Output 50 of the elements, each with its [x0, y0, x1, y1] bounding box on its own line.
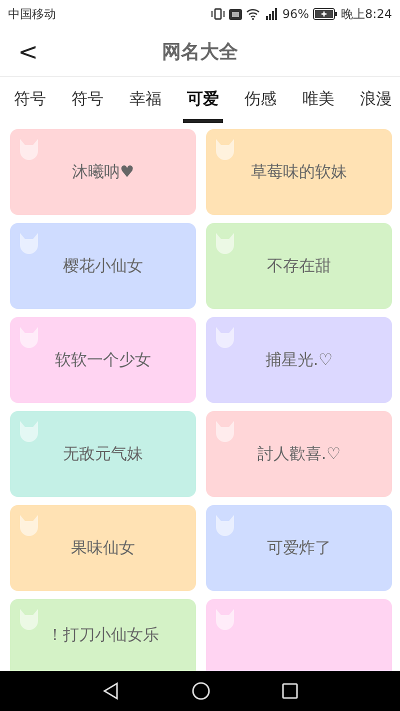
- nickname-card[interactable]: 软软一个少女: [10, 317, 196, 403]
- cat-icon: [18, 419, 40, 443]
- nickname-card[interactable]: 可爱炸了: [206, 505, 392, 591]
- clock-time: 晚上8:24: [341, 6, 392, 22]
- nickname-text: 捕星光.♡: [265, 350, 333, 370]
- nickname-card[interactable]: 沐曦呐♥: [10, 129, 196, 215]
- vibrate-icon: [211, 8, 226, 20]
- back-nav-icon[interactable]: [102, 682, 120, 700]
- nickname-text: 不存在甜: [267, 256, 331, 276]
- category-tab[interactable]: 幸福: [125, 77, 166, 123]
- category-tab[interactable]: 浪漫: [356, 77, 396, 123]
- nickname-card[interactable]: 果味仙女: [10, 505, 196, 591]
- nickname-text: 草莓味的软妹: [251, 162, 347, 182]
- cat-icon: [18, 231, 40, 255]
- nickname-card[interactable]: 捕星光.♡: [206, 317, 392, 403]
- nickname-text: 討人歡喜.♡: [257, 444, 341, 464]
- recents-icon[interactable]: [282, 683, 298, 699]
- cat-icon: [18, 513, 40, 537]
- cat-icon: [214, 513, 236, 537]
- battery-icon: [313, 8, 338, 20]
- nickname-card[interactable]: 草莓味的软妹: [206, 129, 392, 215]
- category-tab[interactable]: 唯美: [298, 77, 338, 123]
- cat-icon: [214, 607, 236, 631]
- nickname-card[interactable]: 无敌元气妹: [10, 411, 196, 497]
- category-tab[interactable]: 符号: [68, 77, 108, 123]
- category-tab[interactable]: 符号: [10, 77, 50, 123]
- nickname-text: 樱花小仙女: [63, 256, 143, 276]
- cat-icon: [214, 231, 236, 255]
- nickname-card[interactable]: 討人歡喜.♡: [206, 411, 392, 497]
- signal-icon: [264, 8, 278, 20]
- wifi-icon: [246, 8, 260, 20]
- nickname-text: 果味仙女: [71, 538, 135, 558]
- category-tab[interactable]: 伤感: [240, 77, 281, 123]
- back-button[interactable]: <: [12, 36, 44, 68]
- nickname-text: ！打刀小仙女乐: [47, 624, 159, 646]
- cat-icon: [18, 325, 40, 349]
- home-icon[interactable]: [192, 682, 210, 700]
- nickname-text: 软软一个少女: [55, 350, 151, 370]
- cat-icon: [214, 137, 236, 161]
- category-tab[interactable]: 可爱: [182, 77, 223, 123]
- nickname-text: 可爱炸了: [267, 538, 331, 558]
- cat-icon: [18, 607, 40, 631]
- nickname-text: 沐曦呐♥: [72, 162, 134, 182]
- carrier-name: 中国移动: [8, 6, 56, 22]
- nickname-card[interactable]: 不存在甜: [206, 223, 392, 309]
- battery-percent: 96%: [282, 7, 310, 21]
- nickname-card[interactable]: ！打刀小仙女乐: [10, 599, 196, 671]
- nickname-card[interactable]: 樱花小仙女: [10, 223, 196, 309]
- nickname-text: 无敌元气妹: [63, 444, 143, 464]
- page-title: 网名大全: [162, 40, 238, 65]
